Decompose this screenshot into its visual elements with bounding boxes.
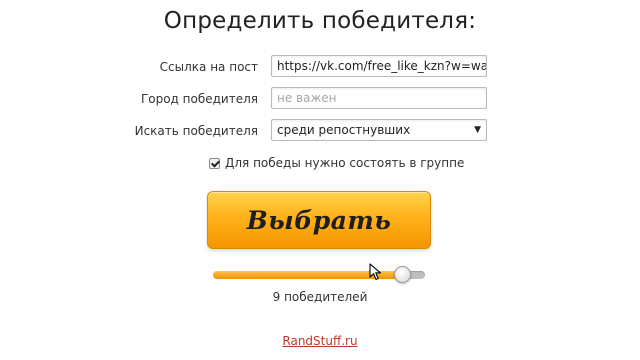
post-link-input[interactable]: https://vk.com/free_like_kzn?w=wall-108 (271, 55, 487, 77)
slider-handle[interactable] (394, 266, 411, 283)
randstuff-link[interactable]: RandStuff.ru (282, 334, 357, 348)
post-link-label: Ссылка на пост (159, 60, 258, 74)
search-winner-select[interactable]: среди репостнувших ▼ (271, 119, 487, 141)
choose-winner-button[interactable]: Выбрать (207, 191, 431, 249)
footer: RandStuff.ru (0, 334, 640, 348)
winners-count-slider[interactable] (213, 266, 425, 283)
mouse-cursor-icon (369, 263, 382, 281)
winner-city-label: Город победителя (140, 92, 258, 106)
choose-winner-label: Выбрать (246, 205, 392, 235)
caret-down-icon: ▼ (474, 125, 481, 135)
winners-count-text: 9 победителей (272, 290, 368, 304)
group-required-checkbox[interactable] (209, 157, 220, 169)
page: Определить победителя: Ссылка на пост ht… (0, 0, 640, 360)
group-required-label: Для победы нужно состоять в группе (225, 156, 465, 170)
winner-city-input[interactable]: не важен (271, 87, 487, 109)
page-title: Определить победителя: (163, 8, 477, 34)
search-winner-selected: среди репостнувших (277, 123, 411, 137)
group-required-option[interactable]: Для победы нужно состоять в группе (209, 155, 464, 171)
search-winner-label: Искать победителя (134, 124, 258, 138)
